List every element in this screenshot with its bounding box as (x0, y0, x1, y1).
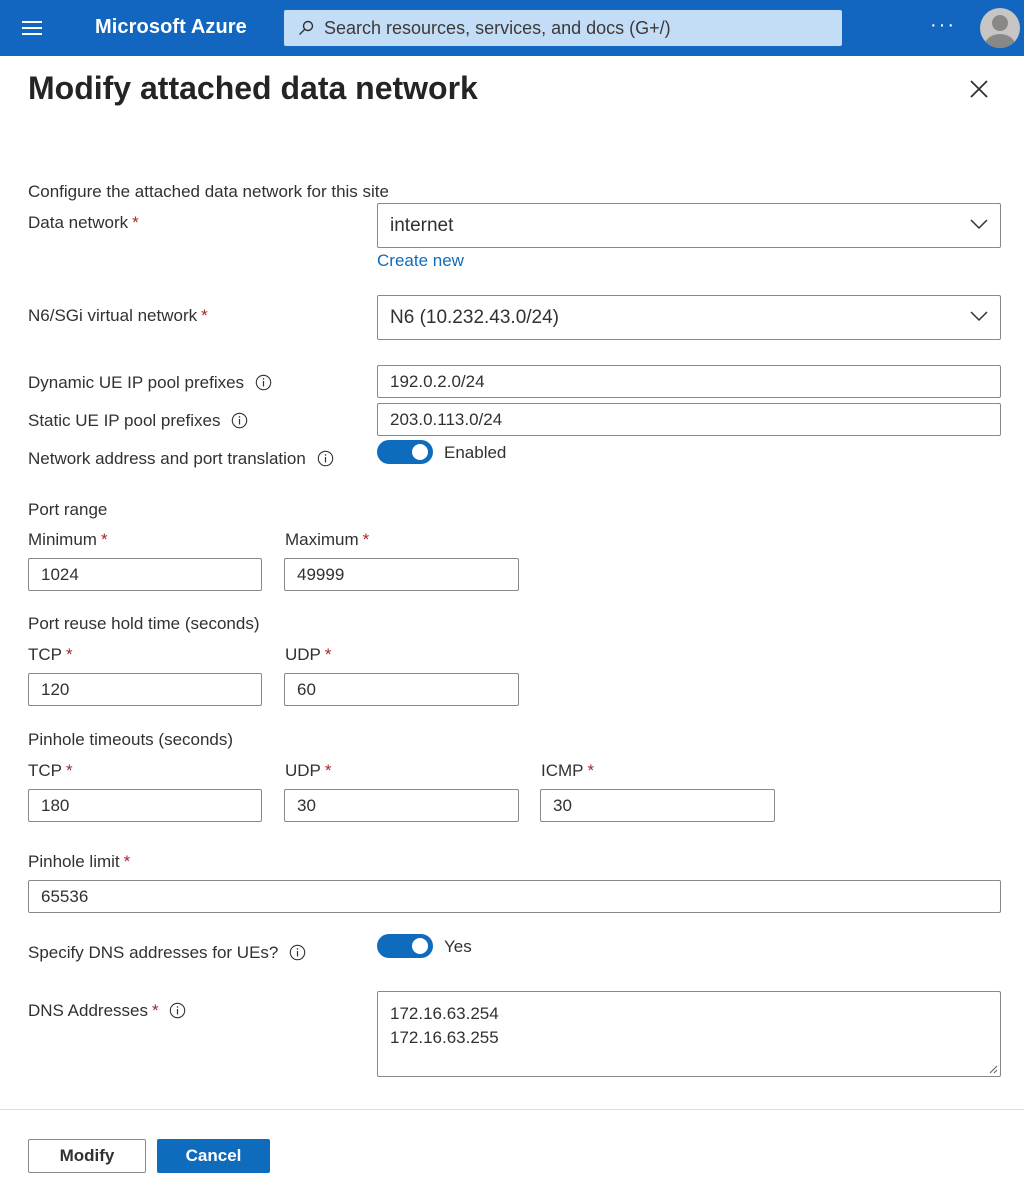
info-icon[interactable] (255, 374, 272, 391)
required-marker: * (100, 530, 108, 549)
required-marker: * (324, 761, 332, 780)
dynamic-pool-label: Dynamic UE IP pool prefixes (28, 373, 272, 393)
required-marker: * (132, 213, 139, 232)
top-bar: Microsoft Azure ··· (0, 0, 1024, 56)
specify-dns-toggle[interactable] (377, 934, 433, 958)
dns-address-line: 172.16.63.254 (390, 1004, 499, 1023)
static-pool-label: Static UE IP pool prefixes (28, 411, 248, 431)
specify-dns-state: Yes (444, 937, 472, 956)
pinhole-udp-input[interactable] (284, 789, 519, 822)
chevron-down-icon (970, 311, 988, 322)
port-max-input[interactable] (284, 558, 519, 591)
reuse-udp-label: UDP * (285, 645, 332, 664)
virtual-network-value: N6 (10.232.43.0/24) (390, 307, 560, 328)
pinhole-limit-label: Pinhole limit * (28, 852, 131, 871)
specify-dns-label: Specify DNS addresses for UEs? (28, 943, 306, 963)
napt-state: Enabled (444, 443, 507, 462)
dns-address-line: 172.16.63.255 (390, 1028, 499, 1047)
pinhole-udp-label: UDP * (285, 761, 332, 780)
data-network-label: Data network * (28, 213, 139, 232)
search-icon (299, 20, 314, 35)
close-icon[interactable] (964, 74, 994, 104)
hamburger-icon[interactable] (18, 16, 48, 40)
search-box[interactable] (284, 10, 842, 46)
port-range-heading: Port range (28, 500, 108, 519)
dns-addresses-label: DNS Addresses * (28, 1001, 186, 1021)
cancel-button[interactable]: Cancel (157, 1139, 270, 1173)
toggle-knob (412, 444, 428, 460)
chevron-down-icon (970, 219, 988, 230)
intro-text: Configure the attached data network for … (28, 182, 389, 201)
data-network-dropdown[interactable]: internet (377, 203, 1001, 248)
pinhole-timeouts-heading: Pinhole timeouts (seconds) (28, 730, 234, 749)
data-network-value: internet (390, 215, 454, 236)
info-icon[interactable] (169, 1002, 186, 1019)
info-icon[interactable] (317, 450, 334, 467)
pinhole-icmp-input[interactable] (540, 789, 775, 822)
info-icon[interactable] (231, 412, 248, 429)
virtual-network-label: N6/SGi virtual network * (28, 306, 208, 325)
pinhole-tcp-label: TCP * (28, 761, 73, 780)
brand-title[interactable]: Microsoft Azure (95, 16, 247, 39)
required-marker: * (66, 761, 73, 780)
napt-toggle[interactable] (377, 440, 433, 464)
toggle-knob (412, 938, 428, 954)
static-pool-input[interactable] (377, 403, 1001, 436)
reuse-tcp-label: TCP * (28, 645, 73, 664)
required-marker: * (324, 645, 332, 664)
dns-addresses-textarea[interactable]: 172.16.63.254 172.16.63.255 (377, 991, 1001, 1077)
required-marker: * (201, 306, 208, 325)
port-max-label: Maximum * (285, 530, 370, 549)
required-marker: * (66, 645, 73, 664)
more-options-button[interactable]: ··· (930, 14, 956, 37)
required-marker: * (362, 530, 370, 549)
footer-divider (0, 1109, 1024, 1110)
required-marker: * (123, 852, 131, 871)
reuse-udp-input[interactable] (284, 673, 519, 706)
port-reuse-heading: Port reuse hold time (seconds) (28, 614, 260, 633)
user-avatar-icon[interactable] (980, 8, 1020, 48)
dynamic-pool-input[interactable] (377, 365, 1001, 398)
port-min-label: Minimum * (28, 530, 108, 549)
virtual-network-dropdown[interactable]: N6 (10.232.43.0/24) (377, 295, 1001, 340)
create-new-link[interactable]: Create new (377, 251, 464, 271)
pinhole-icmp-label: ICMP * (541, 761, 595, 780)
reuse-tcp-input[interactable] (28, 673, 262, 706)
napt-label: Network address and port translation (28, 449, 334, 469)
required-marker: * (587, 761, 595, 780)
port-min-input[interactable] (28, 558, 262, 591)
pinhole-tcp-input[interactable] (28, 789, 262, 822)
resize-grip-icon[interactable] (988, 1064, 998, 1074)
modify-button[interactable]: Modify (28, 1139, 146, 1173)
search-input[interactable] (324, 10, 834, 46)
pinhole-limit-input[interactable] (28, 880, 1001, 913)
required-marker: * (152, 1001, 159, 1020)
panel-title: Modify attached data network (28, 70, 478, 106)
info-icon[interactable] (289, 944, 306, 961)
